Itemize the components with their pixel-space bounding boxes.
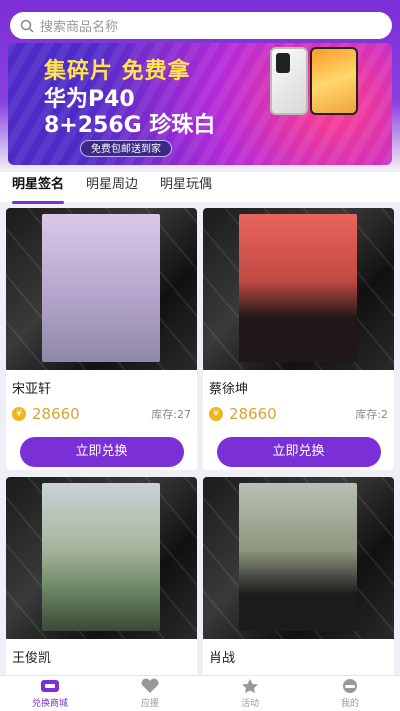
banner-spec: 8+256G 珍珠白: [44, 113, 216, 138]
heart-icon: [141, 678, 159, 693]
product-stock: 库存:27: [151, 408, 191, 421]
nav-item-profile[interactable]: 我的: [300, 676, 400, 711]
store-icon: [41, 680, 59, 692]
product-photo: [203, 208, 394, 370]
promo-banner[interactable]: 集碎片 免费拿 华为P40 8+256G 珍珠白 免费包邮送到家: [8, 43, 392, 165]
nav-item-store[interactable]: 兑换商城: [0, 676, 100, 711]
nav-item-support[interactable]: 应援: [100, 676, 200, 711]
product-grid: 宋亚轩 ¥ 28660 库存:27 立即兑换 蔡徐坤 ¥ 28660 库存:2 …: [0, 205, 400, 675]
product-photo: [6, 477, 197, 639]
product-photo: [6, 208, 197, 370]
phone-back-image: [270, 47, 308, 115]
tab-star-dolls[interactable]: 明星玩偶: [160, 172, 212, 202]
tab-star-merch[interactable]: 明星周边: [86, 172, 138, 202]
search-icon: [20, 19, 34, 33]
redeem-button[interactable]: 立即兑换: [19, 437, 184, 467]
product-card[interactable]: 肖战: [203, 477, 394, 675]
banner-shipping-badge: 免费包邮送到家: [80, 140, 172, 157]
redeem-button[interactable]: 立即兑换: [216, 437, 381, 467]
product-price: ¥ 28660: [12, 405, 80, 423]
product-name: 王俊凯: [12, 651, 52, 666]
product-name: 宋亚轩: [12, 382, 52, 397]
coin-icon: ¥: [209, 407, 223, 421]
profile-icon: [343, 679, 357, 693]
product-card[interactable]: 宋亚轩 ¥ 28660 库存:27 立即兑换: [6, 208, 197, 470]
category-tabs: 明星签名 明星周边 明星玩偶: [0, 172, 400, 204]
product-name: 蔡徐坤: [209, 382, 249, 397]
tab-star-signature[interactable]: 明星签名: [12, 172, 65, 204]
coin-icon: ¥: [12, 407, 26, 421]
product-price: ¥ 28660: [209, 405, 277, 423]
product-card[interactable]: 蔡徐坤 ¥ 28660 库存:2 立即兑换: [203, 208, 394, 470]
search-input[interactable]: 搜索商品名称: [40, 16, 118, 35]
product-name: 肖战: [209, 651, 236, 666]
bottom-navigation: 兑换商城 应援 活动 我的: [0, 675, 400, 711]
product-photo: [203, 477, 394, 639]
product-stock: 库存:2: [355, 408, 388, 421]
nav-item-events[interactable]: 活动: [200, 676, 300, 711]
star-icon: [242, 679, 258, 693]
phone-front-image: [310, 47, 358, 115]
product-card[interactable]: 王俊凯: [6, 477, 197, 675]
search-bar[interactable]: 搜索商品名称: [10, 12, 392, 39]
